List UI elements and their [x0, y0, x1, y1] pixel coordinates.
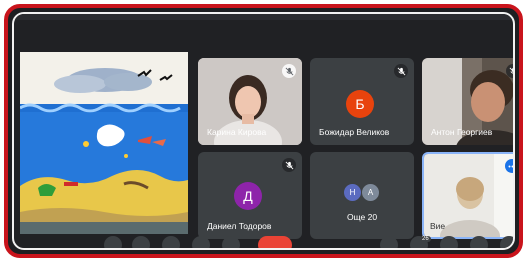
- participant-name: Карина Кирова: [207, 127, 267, 137]
- info-button[interactable]: [380, 236, 398, 248]
- shared-drawing-image: [20, 52, 188, 234]
- avatar-initial: A: [361, 183, 380, 202]
- mic-toggle-button[interactable]: [104, 236, 122, 248]
- more-options-button[interactable]: [222, 236, 240, 248]
- mic-off-icon: [282, 64, 296, 78]
- participant-tile-daniel[interactable]: Д Даниел Тодоров: [198, 152, 302, 239]
- more-options-icon[interactable]: [505, 159, 513, 173]
- host-controls-button[interactable]: [500, 236, 513, 248]
- end-call-button[interactable]: [258, 236, 292, 248]
- camera-toggle-button[interactable]: [132, 236, 150, 248]
- meeting-toolbar: 26: [14, 230, 513, 248]
- screenshot-frame: Карина Кирова Б Божидар Великов Антон Ге…: [4, 4, 523, 258]
- presentation-screen[interactable]: [20, 52, 188, 234]
- avatar-initial: Б: [346, 90, 374, 118]
- more-participants-tile[interactable]: Н A Още 20: [310, 152, 414, 239]
- window-top-bar: [14, 14, 513, 20]
- mic-off-icon: [506, 64, 513, 78]
- mic-off-icon: [282, 158, 296, 172]
- participant-name: Божидар Великов: [319, 127, 390, 137]
- participant-tile-anton[interactable]: Антон Георгиев: [422, 58, 513, 145]
- avatar-initial: Н: [343, 183, 362, 202]
- mic-off-icon: [394, 64, 408, 78]
- present-button[interactable]: [192, 236, 210, 248]
- activities-button[interactable]: [470, 236, 488, 248]
- participant-name: Антон Георгиев: [431, 127, 493, 137]
- chat-button[interactable]: [440, 236, 458, 248]
- more-participants-label: Още 20: [347, 212, 378, 222]
- meeting-window: Карина Кирова Б Божидар Великов Антон Ге…: [12, 12, 515, 250]
- self-tile[interactable]: Вие: [422, 152, 513, 239]
- participant-tile-karina[interactable]: Карина Кирова: [198, 58, 302, 145]
- raise-hand-button[interactable]: [162, 236, 180, 248]
- participant-tile-bozhidar[interactable]: Б Божидар Великов: [310, 58, 414, 145]
- avatar-initial: Д: [234, 182, 262, 210]
- participant-count-badge: 26: [420, 236, 431, 242]
